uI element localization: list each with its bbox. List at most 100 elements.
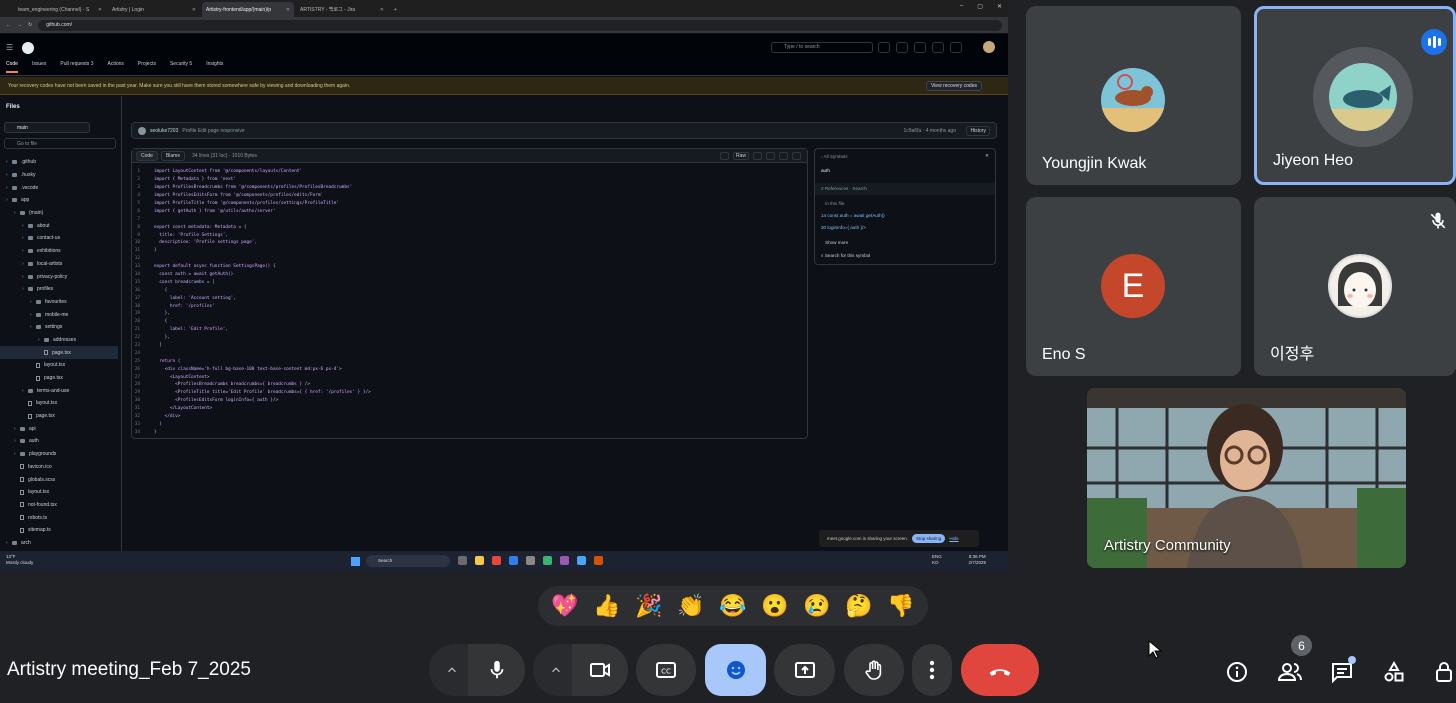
line-number[interactable]: 14 (132, 272, 154, 277)
code-line[interactable]: 28 <ProfilesBreadcrumbs breadcrumbs={ br… (132, 381, 807, 389)
reaction-emoji-button[interactable]: 👍 (588, 589, 626, 623)
line-number[interactable]: 31 (132, 406, 154, 411)
code-line[interactable]: 8 export const metadata: Metadata = { (132, 223, 807, 231)
reload-icon[interactable]: ↻ (28, 22, 32, 28)
code-line[interactable]: 24 (132, 349, 807, 357)
activities-button[interactable] (1378, 656, 1410, 688)
code-line[interactable]: 6 import { getAuth } from '@/utils/auths/… (132, 207, 807, 215)
code-line[interactable]: 33 ) (132, 421, 807, 429)
close-window-icon[interactable]: ✕ (997, 3, 1002, 10)
people-button[interactable] (1274, 656, 1306, 688)
avatar[interactable] (983, 41, 995, 53)
file-tree-item[interactable]: › terms-and-use (0, 384, 118, 397)
reaction-emoji-button[interactable]: 🎉 (630, 589, 668, 623)
line-number[interactable]: 1 (132, 169, 154, 174)
code-line[interactable]: 14 const auth = await getAuth() (132, 271, 807, 279)
hide-button[interactable]: Hide (949, 536, 958, 541)
reaction-emoji-button[interactable]: 👏 (672, 589, 710, 623)
code-line[interactable]: 15 const breadcrumbs = [ (132, 278, 807, 286)
file-tree-item[interactable]: page.tsx (0, 410, 118, 423)
line-number[interactable]: 2 (132, 177, 154, 182)
menu-icon[interactable]: ☰ (6, 43, 13, 52)
address-bar[interactable]: github.com/ (38, 19, 1002, 31)
reaction-emoji-button[interactable]: 🤔 (840, 589, 878, 623)
reaction-emoji-button[interactable]: 😂 (714, 589, 752, 623)
close-icon[interactable]: ✕ (286, 7, 290, 13)
code-line[interactable]: 17 label: 'Account setting', (132, 294, 807, 302)
app-icon[interactable] (543, 556, 552, 565)
go-to-file-input[interactable]: Go to file (4, 138, 116, 149)
new-tab-icon[interactable]: + (390, 2, 402, 17)
code-line[interactable]: 20 { (132, 318, 807, 326)
camera-button[interactable] (572, 644, 628, 696)
video-tile-self[interactable]: Artistry Community (1087, 388, 1406, 568)
file-tree-item[interactable]: page.tsx (0, 346, 118, 359)
reaction-emoji-button[interactable]: 😮 (756, 589, 794, 623)
issues-icon[interactable] (914, 42, 926, 53)
tab-actions[interactable]: Actions (107, 61, 123, 73)
tab-code[interactable]: Code (6, 61, 18, 73)
code-line[interactable]: 18 href: '/profiles' (132, 302, 807, 310)
app-icon[interactable] (526, 556, 535, 565)
code-line[interactable]: 2 import { Metadata } from 'next' (132, 176, 807, 184)
download-icon[interactable] (766, 152, 775, 160)
file-tree-item[interactable]: › auth (0, 435, 118, 448)
host-controls-button[interactable] (1432, 656, 1456, 688)
file-tree-item[interactable]: › .github (0, 156, 118, 169)
file-tree-item[interactable]: › favourites (0, 296, 118, 309)
github-search[interactable]: Type / to search (771, 42, 873, 53)
file-tree-item[interactable]: › exhibitions (0, 245, 118, 258)
branch-select[interactable]: main (4, 122, 90, 133)
file-tree-item[interactable]: › contact-us (0, 232, 118, 245)
file-tree-item[interactable]: › playgrounds (0, 448, 118, 461)
file-tree-item[interactable]: layout.tsx (0, 397, 118, 410)
close-icon[interactable]: ✕ (985, 153, 989, 159)
file-tree-item[interactable]: › mobile-me (0, 308, 118, 321)
reaction-emoji-button[interactable]: 👎 (882, 589, 920, 623)
code-line[interactable]: 22 }, (132, 334, 807, 342)
task-view-icon[interactable] (458, 556, 467, 565)
file-tree-item[interactable]: not-found.tsx (0, 499, 118, 512)
browser-tab[interactable]: team_engineering (Channel) - S ✕ (14, 2, 106, 17)
github-logo-icon[interactable] (22, 42, 34, 54)
tab-security[interactable]: Security 5 (170, 61, 192, 73)
code-line[interactable]: 4 import ProfilesEditsForm from '@/compon… (132, 192, 807, 200)
symbols-icon[interactable] (792, 152, 801, 160)
code-line[interactable]: 12 (132, 255, 807, 263)
line-number[interactable]: 19 (132, 311, 154, 316)
line-number[interactable]: 24 (132, 351, 154, 356)
file-tree-item[interactable]: layout.tsx (0, 486, 118, 499)
raise-hand-button[interactable] (844, 644, 904, 696)
file-tree-item[interactable]: › .husky (0, 169, 118, 182)
input-language[interactable]: ENG KO (932, 554, 942, 566)
inbox-icon[interactable] (950, 42, 962, 53)
stop-sharing-button[interactable]: Stop sharing (912, 534, 946, 543)
microphone-button[interactable] (468, 644, 525, 696)
code-line[interactable]: 3 import ProfilesBreadcrumbs from '@/comp… (132, 184, 807, 192)
vscode-icon[interactable] (509, 556, 518, 565)
reference-line[interactable]: 30 loginInfo={ auth }/> (821, 225, 866, 230)
participant-tile[interactable]: E Eno S (1026, 197, 1241, 376)
code-line[interactable]: 1 import LayoutContent from '@/components… (132, 168, 807, 176)
participant-tile[interactable]: Youngjin Kwak (1026, 6, 1241, 185)
chat-button[interactable] (1326, 656, 1358, 688)
line-number[interactable]: 18 (132, 304, 154, 309)
tab-issues[interactable]: Issues (32, 61, 46, 73)
line-number[interactable]: 7 (132, 217, 154, 222)
code-line[interactable]: 34} (132, 428, 807, 436)
code-line[interactable]: 7 (132, 215, 807, 223)
line-number[interactable]: 8 (132, 225, 154, 230)
code-line[interactable]: 13 export default async function Settings… (132, 263, 807, 271)
line-number[interactable]: 5 (132, 201, 154, 206)
present-screen-button[interactable] (774, 644, 835, 696)
weather-widget[interactable]: 13°F Mostly cloudy (6, 554, 33, 566)
line-number[interactable]: 9 (132, 233, 154, 238)
edit-icon[interactable] (779, 152, 788, 160)
code-line[interactable]: 10 description: 'Profile settings page', (132, 239, 807, 247)
line-number[interactable]: 3 (132, 185, 154, 190)
forward-icon[interactable]: → (17, 22, 22, 28)
show-more-link[interactable]: Show more (825, 240, 848, 245)
file-tree-item[interactable]: page.tsx (0, 372, 118, 385)
browser-tab[interactable]: ARTISTRY - 백로그 - Jira ✕ (296, 2, 388, 17)
file-tree-item[interactable]: › (main) (0, 207, 118, 220)
